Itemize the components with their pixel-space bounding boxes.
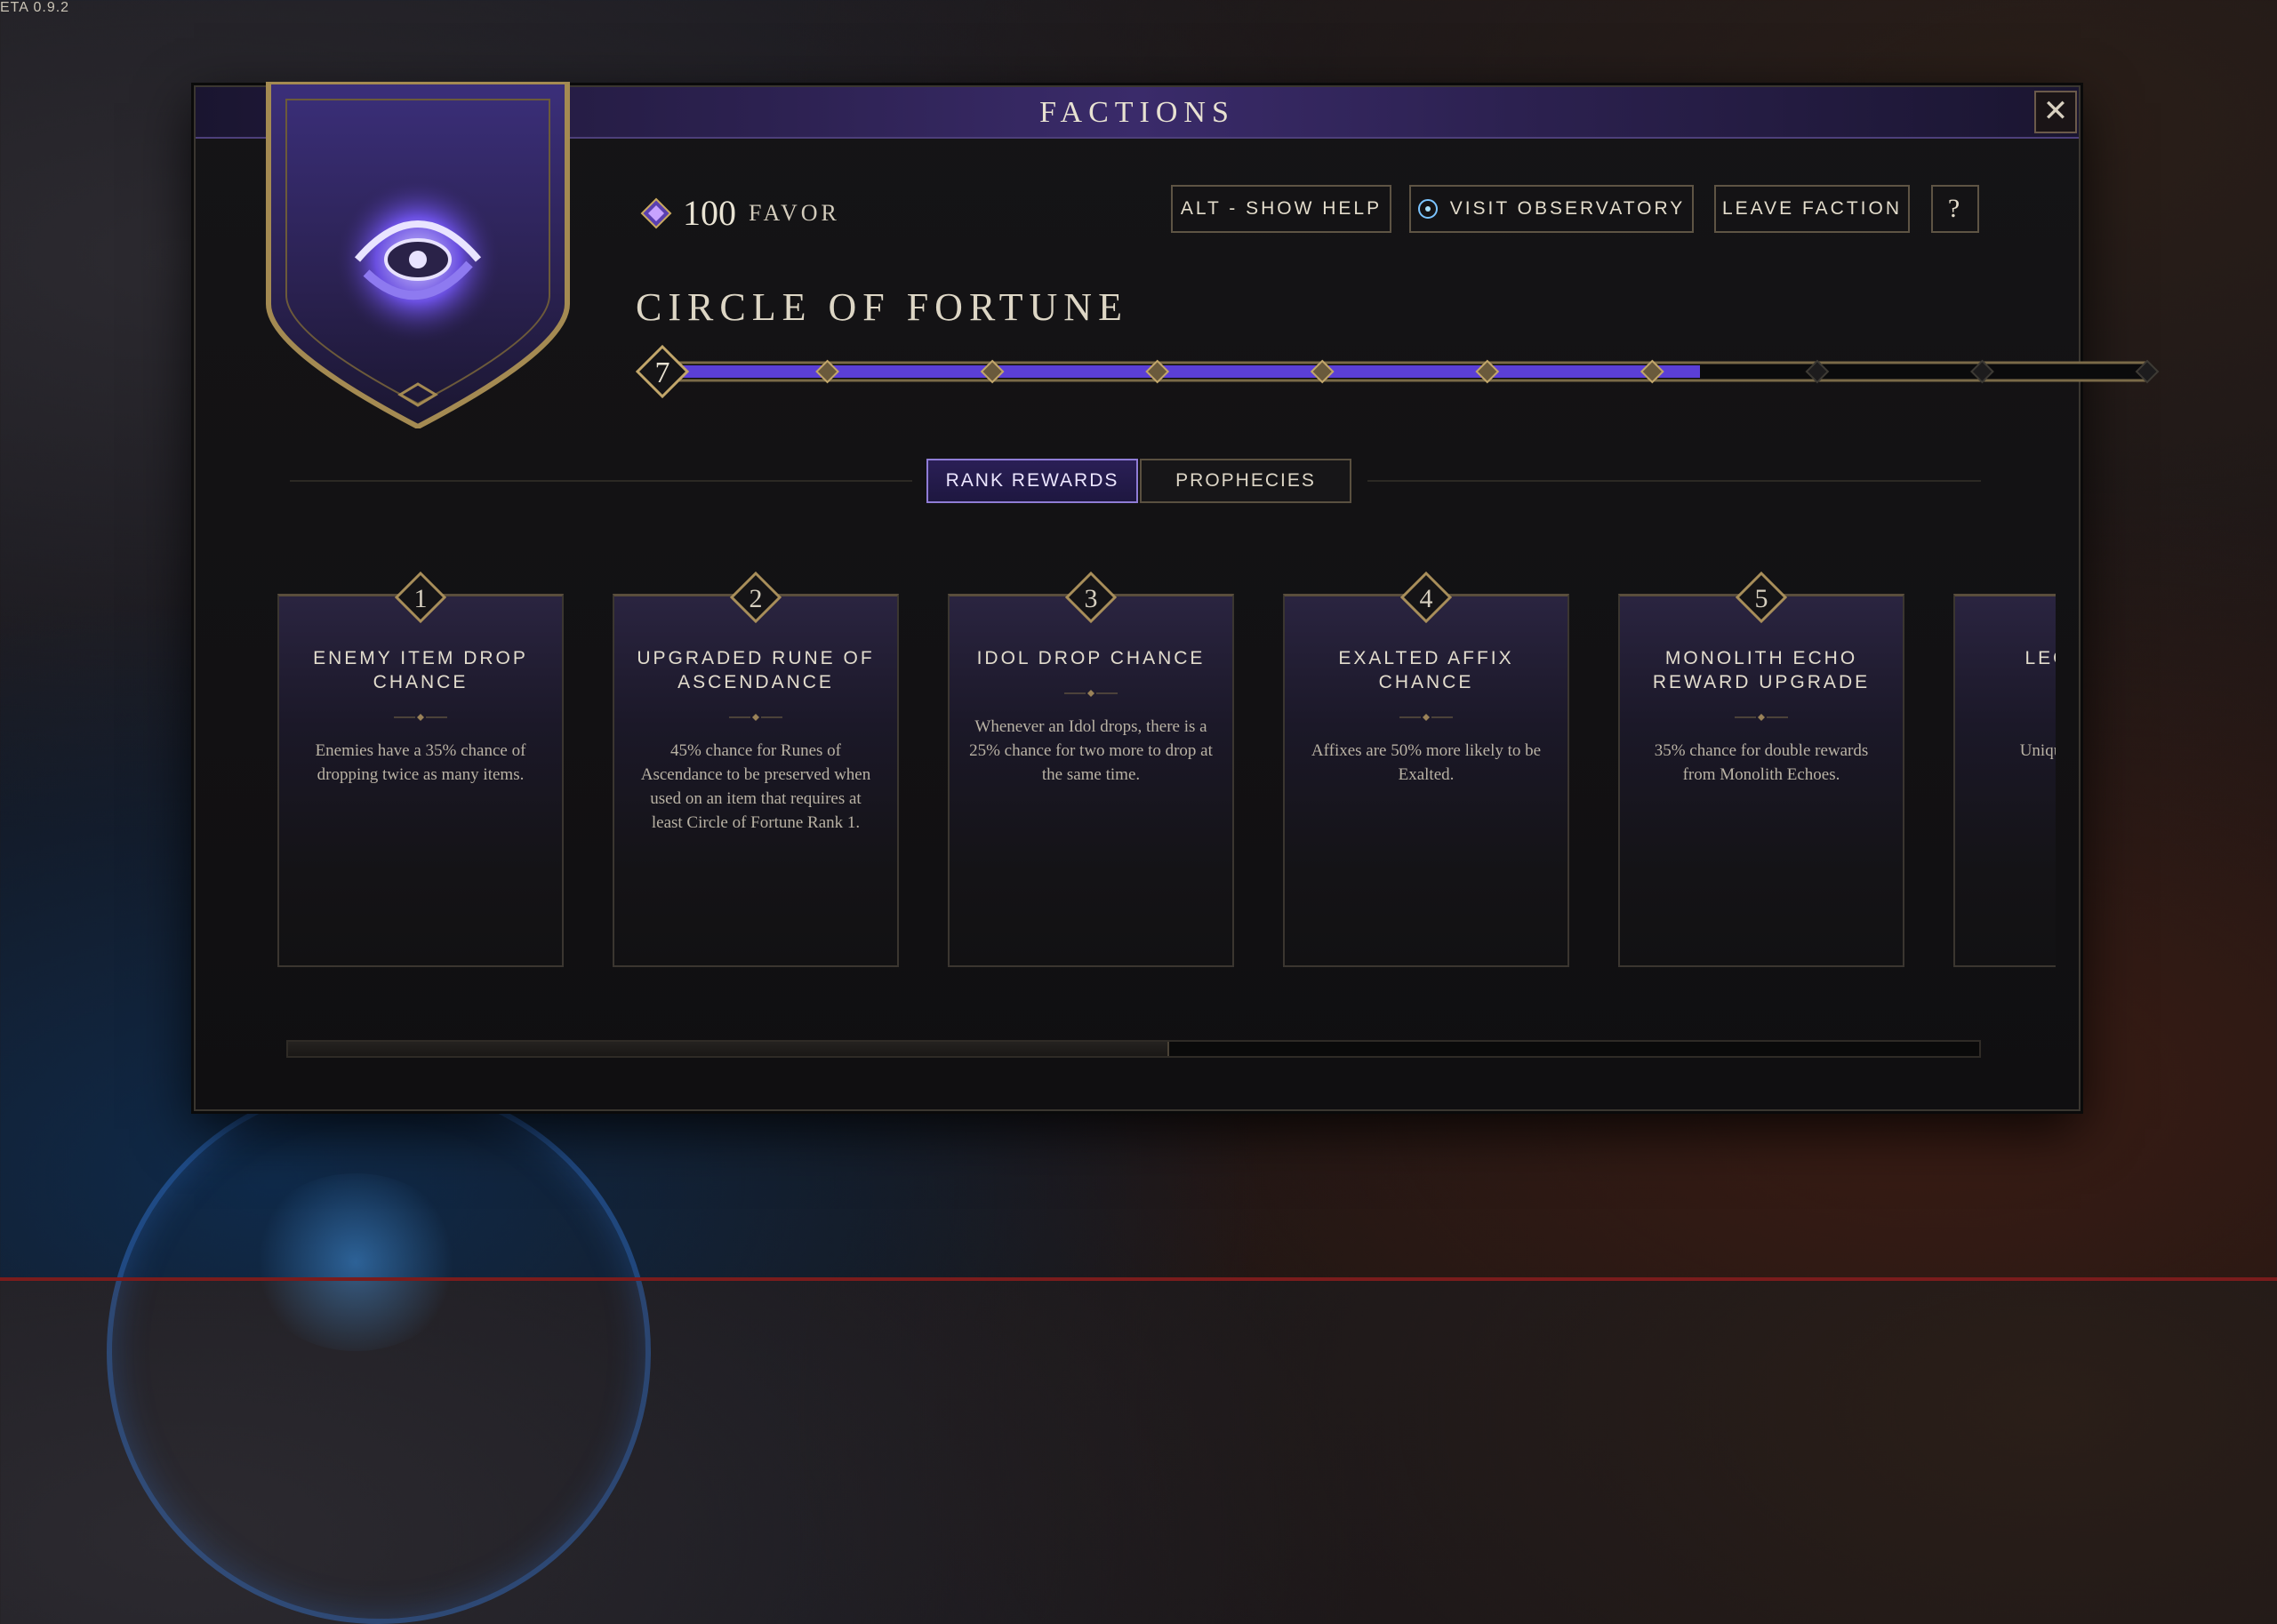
ornament-icon — [1735, 714, 1788, 721]
tab-prophecies[interactable]: PROPHECIES — [1140, 459, 1351, 503]
factions-panel: FACTIONS ✕ 100 FAVOR ALT - SHOW HELP VIS… — [194, 82, 2160, 1111]
reward-title: UPGRADED RUNE OF ASCENDANCE — [637, 648, 875, 692]
rank-number: 4 — [1419, 584, 1433, 613]
reward-description: Enemies have a 35% chance of dropping tw… — [315, 741, 526, 784]
faction-name: CIRCLE OF FORTUNE — [636, 285, 1128, 329]
reward-title: LEG POTENT — [2024, 648, 2056, 668]
reward-title: IDOL DROP CHANCE — [976, 648, 1206, 668]
reward-title: ENEMY ITEM DROP CHANCE — [313, 648, 528, 692]
scrollbar-thumb[interactable] — [288, 1042, 1170, 1056]
favor-icon — [640, 197, 672, 228]
show-help-label: ALT - SHOW HELP — [1180, 198, 1383, 219]
background-rune-glow — [249, 1173, 462, 1351]
reward-description: 45% chance for Runes of Ascendance to be… — [640, 741, 871, 832]
tab-rank-rewards[interactable]: RANK REWARDS — [926, 459, 1138, 503]
background-rune-circle — [107, 1080, 651, 1624]
reward-cards: 1 ENEMY ITEM DROP CHANCE Enemies have a … — [277, 567, 2056, 1065]
ornament-icon — [1399, 714, 1453, 721]
ornament-icon — [394, 714, 447, 721]
leave-faction-label: LEAVE FACTION — [1722, 198, 1902, 219]
reward-description: 35% chance for double rewards from Monol… — [1654, 741, 1869, 784]
reward-title: EXALTED AFFIX CHANCE — [1338, 648, 1514, 692]
favor-display: 100 FAVOR — [640, 192, 840, 234]
reward-card-1[interactable]: 1 ENEMY ITEM DROP CHANCE Enemies have a … — [277, 572, 564, 967]
rank-number: 2 — [749, 584, 763, 613]
background-bottom-stripe — [0, 1277, 2277, 1281]
reward-description: Uniques are have Lege — [2019, 741, 2056, 760]
rank-number: 3 — [1084, 584, 1098, 613]
observatory-icon — [1417, 199, 1438, 219]
reward-description: Affixes are 50% more likely to be Exalte… — [1311, 741, 1542, 784]
version-label: ETA 0.9.2 — [0, 0, 70, 15]
close-button[interactable]: ✕ — [2034, 91, 2077, 133]
reward-card-6[interactable]: LEG POTENT Uniques are have Lege — [1953, 594, 2056, 967]
tab-divider-right — [1367, 480, 1981, 482]
reward-card-5[interactable]: 5 MONOLITH ECHO REWARD UPGRADE 35% chanc… — [1618, 572, 1904, 967]
reward-card-2[interactable]: 2 UPGRADED RUNE OF ASCENDANCE 45% chance… — [613, 572, 899, 967]
reward-card-4[interactable]: 4 EXALTED AFFIX CHANCE Affixes are 50% m… — [1283, 572, 1569, 967]
help-question-button[interactable]: ? — [1931, 185, 1979, 233]
leave-faction-button[interactable]: LEAVE FACTION — [1714, 185, 1910, 233]
ornament-icon — [1064, 690, 1118, 697]
close-icon: ✕ — [2042, 93, 2069, 129]
faction-banner — [266, 82, 570, 428]
rank-progress-bar: 7 — [636, 345, 2160, 398]
current-rank-number: 7 — [655, 356, 670, 389]
tab-divider-left — [290, 480, 912, 482]
reward-title: MONOLITH ECHO REWARD UPGRADE — [1652, 648, 1871, 692]
favor-amount: 100 — [683, 193, 736, 233]
show-help-button[interactable]: ALT - SHOW HELP — [1171, 185, 1391, 233]
reward-card-3[interactable]: 3 IDOL DROP CHANCE Whenever an Idol drop… — [948, 572, 1234, 967]
cards-scrollbar[interactable] — [286, 1040, 1981, 1058]
rank-number: 5 — [1754, 584, 1768, 613]
question-icon: ? — [1947, 194, 1963, 223]
reward-description: Whenever an Idol drops, there is a 25% c… — [969, 717, 1213, 784]
visit-observatory-button[interactable]: VISIT OBSERVATORY — [1409, 185, 1694, 233]
visit-observatory-label: VISIT OBSERVATORY — [1449, 198, 1686, 219]
rank-number: 1 — [413, 584, 428, 613]
favor-label: FAVOR — [749, 199, 840, 226]
ornament-icon — [729, 714, 782, 721]
